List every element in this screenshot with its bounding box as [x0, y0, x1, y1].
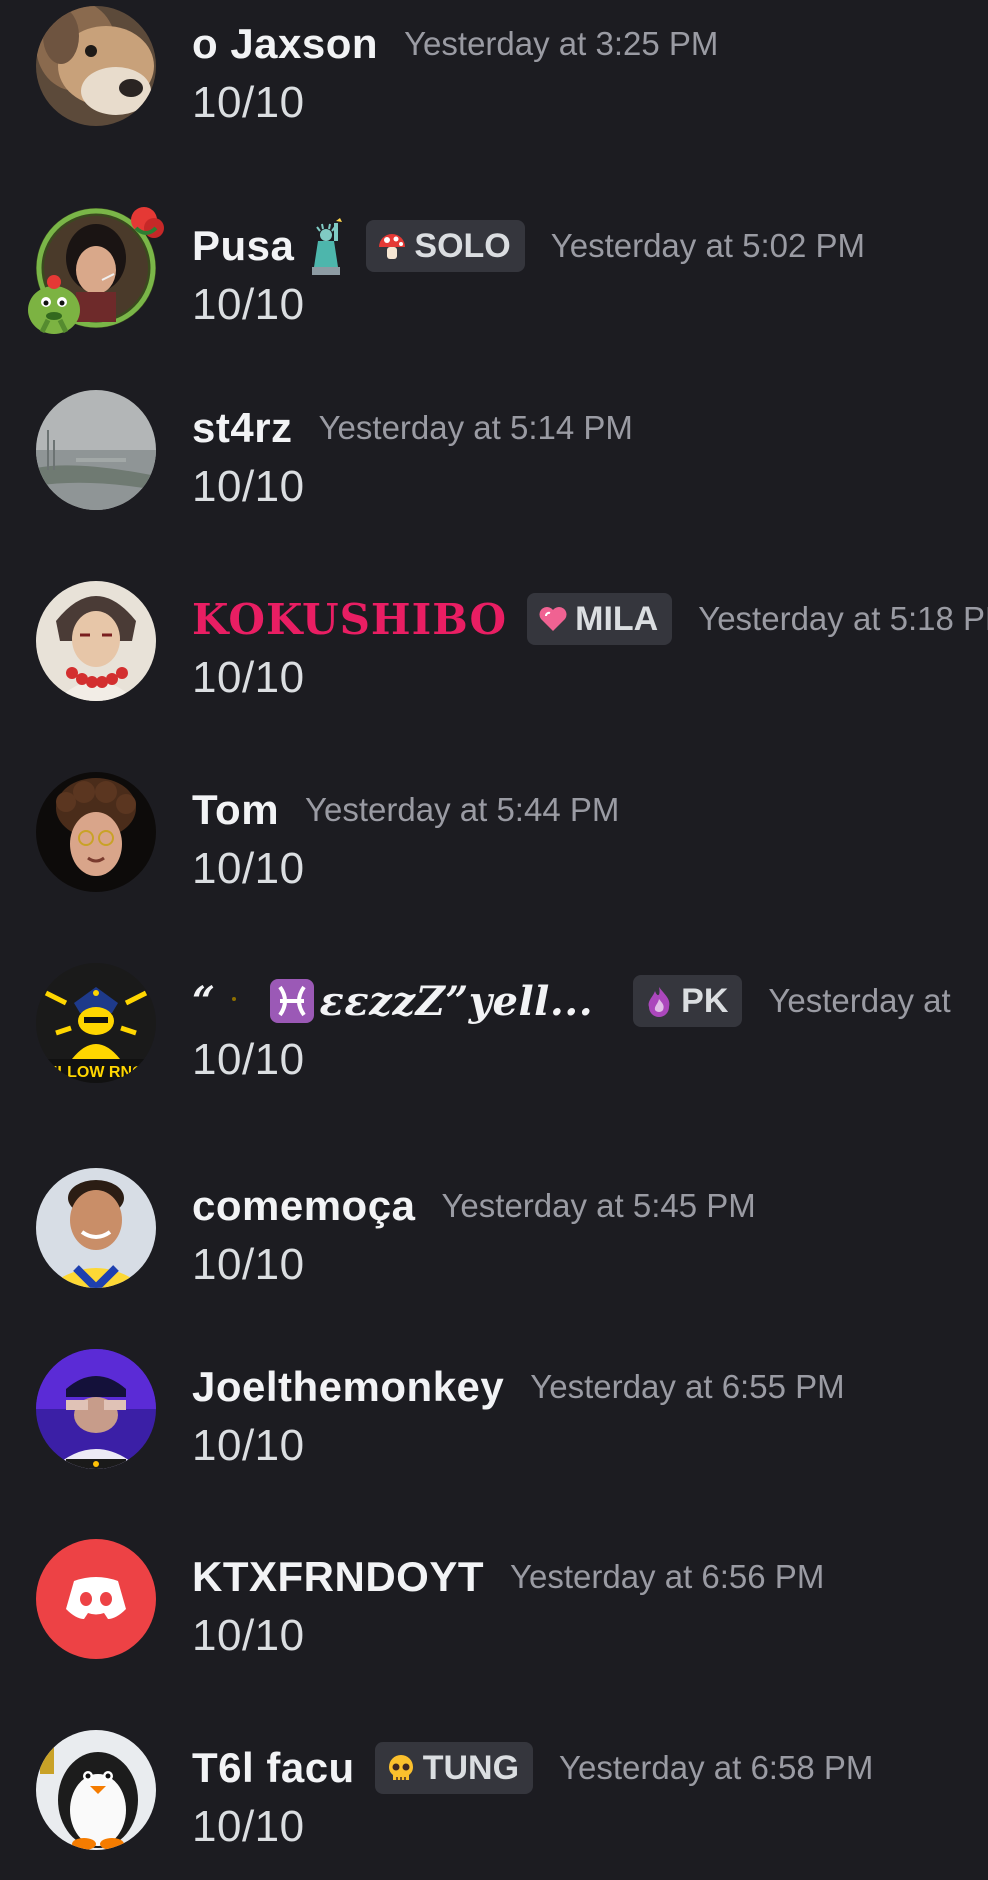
username[interactable]: st4rz: [192, 404, 293, 452]
username[interactable]: Pusa: [192, 222, 294, 270]
role-tag[interactable]: PK: [633, 975, 743, 1027]
message-item: st4rz Yesterday at 5:14 PM 10/10: [0, 390, 988, 540]
timestamp: Yesterday at 3:25 PM: [404, 25, 719, 62]
message-content: 10/10: [192, 1035, 305, 1084]
message-item: T6l facu TUNG Yesterday at 6:58 PM 10/10: [0, 1730, 988, 1880]
message-item: YELLOW RNGR “ εεzzZ”yell... PK Yesterday…: [0, 963, 988, 1113]
message-item: Tom Yesterday at 5:44 PM 10/10: [0, 772, 988, 922]
timestamp: Yesterday at 5:14 PM: [318, 409, 633, 446]
role-tag[interactable]: TUNG: [374, 1742, 534, 1794]
penguin-avatar[interactable]: [36, 1730, 156, 1850]
message-item: KOKUSHIBO MILA Yesterday at 5:18 PM 10/1…: [0, 581, 988, 731]
role-tag[interactable]: MILA: [527, 593, 673, 645]
username-text: εεzzZ”yell...: [319, 977, 594, 1025]
message-header: Tom Yesterday at 5:44 PM: [192, 780, 619, 840]
discord-default-avatar[interactable]: [36, 1539, 156, 1659]
message-header: KOKUSHIBO MILA Yesterday at 5:18 PM: [192, 589, 988, 649]
curly-hair-avatar[interactable]: [36, 772, 156, 892]
message-item: comemoça Yesterday at 5:45 PM 10/10: [0, 1168, 988, 1318]
message-content: 10/10: [192, 1611, 305, 1660]
message-content: 10/10: [192, 78, 305, 127]
svg-text:YELLOW RNGR: YELLOW RNGR: [36, 1064, 156, 1081]
role-tag-label: TUNG: [422, 1748, 520, 1787]
timestamp: Yesterday at 6:55 PM: [530, 1368, 845, 1405]
statue-of-liberty-icon: [312, 218, 343, 275]
crescent-moon-icon: [227, 979, 250, 1023]
timestamp: Yesterday at 5:45 PM: [441, 1187, 756, 1224]
pink-heart-icon: [539, 607, 567, 631]
message-header: “ εεzzZ”yell... PK Yesterday at: [192, 971, 951, 1031]
message-content: 10/10: [192, 462, 305, 511]
role-tag-label: MILA: [575, 599, 659, 638]
message-header: st4rz Yesterday at 5:14 PM: [192, 398, 633, 458]
message-item: o Jaxson Yesterday at 3:25 PM 10/10: [0, 6, 988, 156]
footballer-avatar[interactable]: [36, 1168, 156, 1288]
message-content: 10/10: [192, 280, 305, 329]
dog-avatar[interactable]: [36, 6, 156, 126]
message-header: comemoça Yesterday at 5:45 PM: [192, 1176, 756, 1236]
pisces-icon: [269, 979, 314, 1023]
timestamp: Yesterday at 6:58 PM: [559, 1749, 874, 1786]
role-tag[interactable]: SOLO: [366, 220, 525, 272]
message-item: KTXFRNDOYT Yesterday at 6:56 PM 10/10: [0, 1539, 988, 1689]
message-list[interactable]: o Jaxson Yesterday at 3:25 PM 10/10 Pusa…: [0, 0, 988, 1880]
username[interactable]: Joelthemonkey: [192, 1363, 504, 1411]
role-tag-label: SOLO: [414, 226, 511, 265]
timestamp: Yesterday at 5:18 PM: [698, 600, 988, 637]
username[interactable]: “ εεzzZ”yell...: [192, 975, 593, 1027]
mushroom-icon: [379, 234, 406, 259]
message-content: 10/10: [192, 844, 305, 893]
purple-flame-icon: [648, 987, 670, 1017]
username[interactable]: KTXFRNDOYT: [192, 1553, 484, 1601]
message-header: o Jaxson Yesterday at 3:25 PM: [192, 14, 718, 74]
purple-cap-avatar[interactable]: [36, 1349, 156, 1469]
timestamp: Yesterday at 5:44 PM: [305, 791, 620, 828]
username[interactable]: o Jaxson: [192, 20, 378, 68]
yellow-rnger-avatar[interactable]: YELLOW RNGR: [36, 963, 156, 1083]
girl-with-flowers-avatar[interactable]: [36, 208, 156, 328]
username-prefix: “: [192, 977, 216, 1025]
username[interactable]: Tom: [192, 786, 279, 834]
timestamp: Yesterday at: [768, 982, 951, 1019]
username[interactable]: comemoça: [192, 1182, 415, 1230]
message-content: 10/10: [192, 1802, 305, 1851]
timestamp: Yesterday at 5:02 PM: [550, 227, 866, 264]
username[interactable]: KOKUSHIBO: [192, 595, 507, 644]
message-content: 10/10: [192, 1240, 305, 1289]
message-header: Joelthemonkey Yesterday at 6:55 PM: [192, 1357, 845, 1417]
message-header: KTXFRNDOYT Yesterday at 6:56 PM: [192, 1547, 824, 1607]
skull-icon: [388, 1755, 413, 1780]
message-item: Pusa SOLO Yesterday at 5:02 PM 10/10: [0, 207, 988, 358]
role-tag-label: PK: [681, 981, 729, 1020]
message-content: 10/10: [192, 653, 305, 702]
message-header: Pusa SOLO Yesterday at 5:02 PM: [192, 216, 865, 276]
anime-warrior-avatar[interactable]: [36, 581, 156, 701]
username[interactable]: T6l facu: [192, 1744, 355, 1792]
message-content: 10/10: [192, 1421, 305, 1470]
timestamp: Yesterday at 6:56 PM: [510, 1558, 825, 1595]
foggy-road-avatar[interactable]: [36, 390, 156, 510]
message-header: T6l facu TUNG Yesterday at 6:58 PM: [192, 1738, 873, 1798]
message-item: Joelthemonkey Yesterday at 6:55 PM 10/10: [0, 1349, 988, 1499]
